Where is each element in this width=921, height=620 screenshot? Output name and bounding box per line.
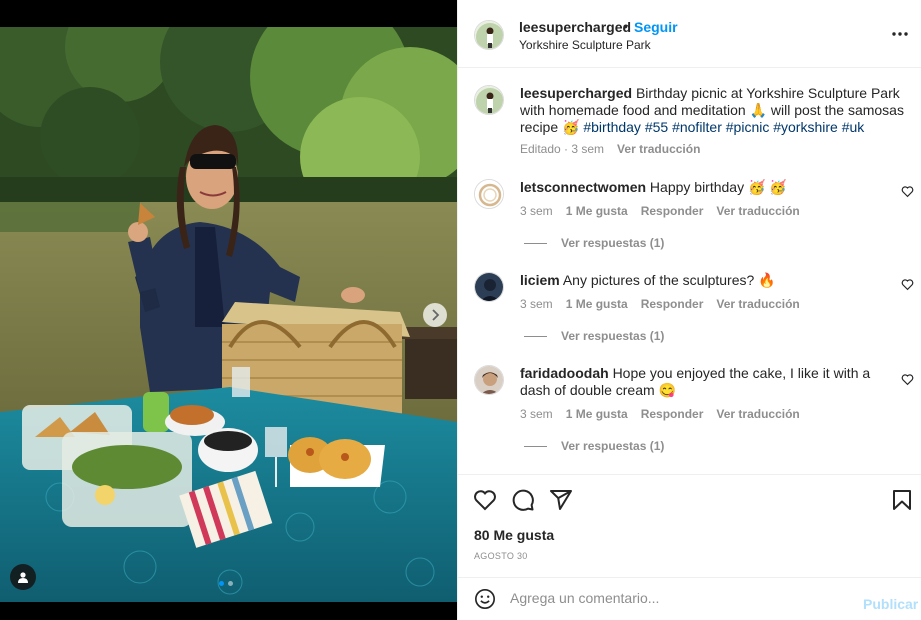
caption-avatar-image [475,86,503,114]
caption-username[interactable]: leesupercharged [520,85,632,101]
replies-divider [524,445,547,447]
bookmark-icon[interactable] [890,488,914,512]
comment-composer: Publicar [458,577,921,620]
comment-like-icon[interactable] [901,373,914,386]
view-replies-button[interactable]: Ver respuestas (1) [524,329,664,343]
user-tag-icon [18,572,28,583]
comment-likes[interactable]: 1 Me gusta [566,407,628,421]
commenter-avatar[interactable] [474,272,504,302]
comment-item: liciem Any pictures of the sculptures? 🔥… [474,272,914,352]
view-replies-button[interactable]: Ver respuestas (1) [524,236,664,250]
carousel-indicator [219,581,233,586]
comment-reply-button[interactable]: Responder [641,204,704,218]
comment-item: faridadoodah Hope you enjoyed the cake, … [474,365,914,465]
comment-reply-button[interactable]: Responder [641,297,704,311]
post-caption: leesupercharged Birthday picnic at Yorks… [474,85,914,165]
comment-text-block: letsconnectwomen Happy birthday 🥳 🥳 [520,179,900,196]
header-separator: • [623,18,628,34]
carousel-dot-active [219,581,224,586]
letsconnectwomen-avatar-image [475,180,503,208]
view-replies-label: Ver respuestas (1) [561,329,665,343]
emoji-icon[interactable] [474,588,496,610]
comment-item: letsconnectwomen Happy birthday 🥳 🥳 3 se… [474,179,914,259]
likes-count[interactable]: 80 Me gusta [474,527,554,543]
comment-username[interactable]: liciem [520,272,560,288]
post-location[interactable]: Yorkshire Sculpture Park [519,38,651,52]
faridadoodah-avatar-image [475,366,503,394]
post-details-panel: leesupercharged • Seguir Yorkshire Sculp… [457,0,921,620]
comment-meta: 3 sem 1 Me gusta Responder Ver traducció… [520,204,800,218]
post-header: leesupercharged • Seguir Yorkshire Sculp… [458,0,921,68]
comment-likes[interactable]: 1 Me gusta [566,297,628,311]
caption-translate-link[interactable]: Ver traducción [617,142,700,156]
view-replies-label: Ver respuestas (1) [561,439,665,453]
comment-input[interactable] [510,590,840,606]
comment-like-icon[interactable] [901,185,914,198]
liciem-avatar-image [475,273,503,301]
author-username[interactable]: leesupercharged [519,19,631,35]
comment-username[interactable]: faridadoodah [520,365,609,381]
comment-meta: 3 sem 1 Me gusta Responder Ver traducció… [520,407,800,421]
tagged-users-button[interactable] [10,564,36,590]
comment-like-icon[interactable] [901,278,914,291]
comment-time: 3 sem [520,407,553,421]
comment-text-block: liciem Any pictures of the sculptures? 🔥 [520,272,900,289]
caption-edited: Editado · 3 sem [520,142,605,156]
comment-time: 3 sem [520,297,553,311]
comment-username[interactable]: letsconnectwomen [520,179,646,195]
post-photo[interactable] [0,27,457,602]
publish-button[interactable]: Publicar [863,596,918,612]
commenter-avatar[interactable] [474,179,504,209]
comment-icon[interactable] [511,488,535,512]
comment-text: Any pictures of the sculptures? 🔥 [562,272,776,288]
comment-likes[interactable]: 1 Me gusta [566,204,628,218]
comment-time: 3 sem [520,204,553,218]
carousel-dot [228,581,233,586]
replies-divider [524,335,547,337]
comment-translate-link[interactable]: Ver traducción [716,204,799,218]
view-replies-label: Ver respuestas (1) [561,236,665,250]
post-media [0,0,457,620]
comment-text: Happy birthday 🥳 🥳 [649,179,787,195]
caption-text-block: leesupercharged Birthday picnic at Yorks… [520,85,906,136]
more-options-icon [892,32,908,36]
share-icon[interactable] [549,488,573,512]
post-date[interactable]: AGOSTO 30 [474,551,528,561]
more-options-button[interactable] [890,26,910,42]
caption-hashtags[interactable]: #birthday #55 #nofilter #picnic #yorkshi… [583,119,864,135]
comment-meta: 3 sem 1 Me gusta Responder Ver traducció… [520,297,800,311]
caption-meta: Editado · 3 sem Ver traducción [520,142,700,156]
view-replies-button[interactable]: Ver respuestas (1) [524,439,664,453]
comments-list[interactable]: leesupercharged Birthday picnic at Yorks… [458,69,921,474]
chevron-right-icon [432,309,440,321]
post-actions: 80 Me gusta AGOSTO 30 [458,474,921,576]
comment-translate-link[interactable]: Ver traducción [716,297,799,311]
carousel-next-button[interactable] [423,303,447,327]
caption-author-avatar[interactable] [474,85,504,115]
follow-button[interactable]: Seguir [634,19,678,35]
author-avatar[interactable] [474,20,504,50]
comment-reply-button[interactable]: Responder [641,407,704,421]
commenter-avatar[interactable] [474,365,504,395]
comment-translate-link[interactable]: Ver traducción [716,407,799,421]
heart-icon[interactable] [473,488,497,512]
author-avatar-image [475,21,503,49]
replies-divider [524,242,547,244]
picnic-photo-illustration [0,27,457,602]
comment-text-block: faridadoodah Hope you enjoyed the cake, … [520,365,900,399]
